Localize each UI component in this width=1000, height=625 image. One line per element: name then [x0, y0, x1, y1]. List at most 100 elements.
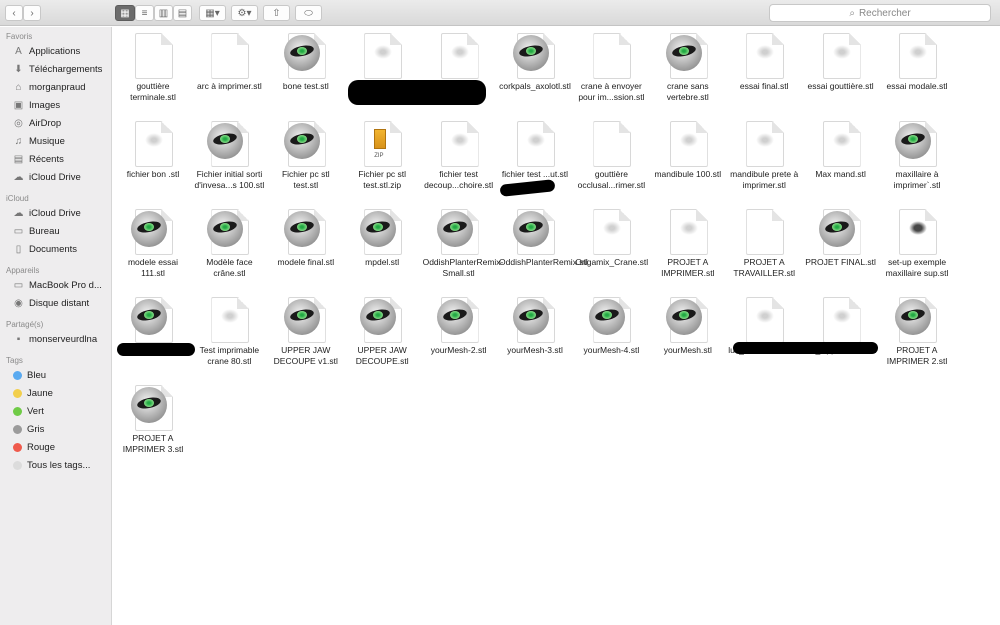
sidebar-item[interactable]: ▯ Documents [13, 244, 77, 255]
action-gear-button[interactable]: ⚙▾ [231, 5, 258, 21]
file-item[interactable]: gouttière occlusal...rimer.stl [573, 121, 649, 191]
file-item[interactable]: Test imprimable crane 80.stl [191, 297, 267, 367]
document-icon [131, 33, 175, 79]
file-item[interactable]: PROJET A IMPRIMER 2.stl [879, 297, 955, 367]
file-item[interactable]: OddishPlanterRemix-Small.stl [421, 209, 503, 279]
stl-viewer-document-icon [283, 297, 328, 343]
column-view-button[interactable]: ▥ [154, 5, 173, 21]
document-icon [589, 121, 633, 167]
file-item[interactable]: fichier test decoup...choire.stl [421, 121, 497, 191]
file-item[interactable]: crane sans vertebre.stl [650, 33, 726, 103]
file-item[interactable]: PROJET A IMPRIMER.stl [650, 209, 726, 279]
sidebar-item[interactable]: ⌂ morganpraud [13, 82, 85, 93]
sidebar-item[interactable]: ♫ Musique [13, 136, 65, 147]
stl-viewer-document-icon [207, 209, 251, 255]
file-item[interactable]: yourMesh-2.stl [421, 297, 497, 356]
stl-viewer-document-icon [513, 297, 557, 343]
file-name: fichier bon .stl [126, 169, 180, 179]
file-item[interactable]: yourMesh-3.stl [497, 297, 573, 356]
file-item[interactable]: UPPER JAW DECOUPE.stl [344, 297, 420, 367]
file-item[interactable]: fichier test ...ut.stl [497, 121, 573, 180]
disc-icon: ◉ [14, 298, 23, 309]
file-item[interactable]: Origamix_Crane.stl [573, 209, 649, 268]
file-item[interactable] [344, 33, 420, 81]
file-item[interactable]: mpdel.stl [344, 209, 420, 268]
music-icon: ♫ [14, 136, 23, 147]
sidebar-item[interactable]: Rouge [13, 442, 55, 453]
sidebar-item[interactable]: Jaune [13, 388, 53, 399]
file-item[interactable]: Fichier initial sorti d'invesa...s 100.s… [191, 121, 267, 191]
document-icon [895, 209, 939, 255]
file-item[interactable]: fichier bon .stl [115, 121, 191, 180]
sidebar-item-label: Bleu [27, 370, 47, 381]
sidebar-item-label: iCloud Drive [29, 172, 81, 183]
desktop-icon: ▭ [13, 226, 24, 237]
sidebar-item[interactable]: A Applications [13, 46, 80, 57]
file-item[interactable]: modele final.stl [268, 209, 344, 268]
sidebar-item-label: Téléchargements [29, 64, 103, 75]
sidebar-item[interactable]: ▤ Récents [13, 154, 64, 165]
file-item[interactable]: maxillaire à imprimer`.stl [879, 121, 955, 191]
icon-view-button[interactable]: ▦ [115, 5, 135, 21]
file-item[interactable]: arc à imprimer.stl [191, 33, 267, 92]
file-item[interactable]: Fichier pc stl test.stl [268, 121, 344, 191]
file-item[interactable]: corkpals_axolotl.stl [497, 33, 573, 92]
tag-dot-icon [13, 389, 22, 398]
file-item[interactable]: PROJET FINAL.stl [803, 209, 879, 268]
forward-button[interactable]: › [23, 5, 41, 21]
file-name: Max mand.stl [815, 169, 866, 179]
arrange-button[interactable]: ▦▾ [199, 5, 226, 21]
gallery-view-button[interactable]: ▤ [173, 5, 192, 21]
list-view-button[interactable]: ≡ [135, 5, 154, 21]
file-item[interactable]: essai final.stl [726, 33, 802, 92]
file-item[interactable]: ZIP Fichier pc stl test.stl.zip [344, 121, 420, 191]
sidebar-item[interactable]: ▭ Bureau [13, 226, 60, 237]
file-item[interactable]: mandibule prete à imprimer.stl [726, 121, 802, 191]
file-item[interactable]: PROJET A TRAVAILLER.stl [726, 209, 802, 279]
file-item[interactable]: OddishPlanterRemix.stl [497, 209, 588, 268]
sidebar-item[interactable]: Gris [13, 424, 44, 435]
file-item[interactable]: essai modale.stl [879, 33, 955, 92]
file-name: set-up exemple maxillaire sup.stl [885, 257, 949, 278]
sidebar-item[interactable]: ▣ Images [13, 100, 60, 111]
stl-viewer-document-icon [131, 385, 175, 431]
file-name: mpdel.stl [365, 257, 400, 267]
file-item[interactable]: PROJET A IMPRIMER 3.stl [115, 385, 191, 455]
tag-button[interactable]: ⬭ [295, 5, 322, 21]
sidebar-item[interactable]: Tous les tags... [13, 460, 90, 471]
file-name: PROJET A IMPRIMER 2.stl [886, 345, 948, 366]
file-item[interactable]: bone test.stl [268, 33, 344, 92]
file-item[interactable]: UPPER JAW DECOUPE v1.stl [268, 297, 344, 367]
sidebar-item[interactable]: Bleu [13, 370, 46, 381]
file-name: corkpals_axolotl.stl [499, 81, 571, 91]
stl-viewer-document-icon [818, 209, 863, 255]
sidebar-item[interactable]: ▭ MacBook Pro d... [13, 280, 102, 291]
sidebar-item[interactable]: ◉ Disque distant [13, 298, 89, 309]
file-item[interactable]: modele essai 111.stl [115, 209, 191, 279]
file-item[interactable]: Modèle face crâne.stl [191, 209, 267, 279]
file-item[interactable]: yourMesh.stl [650, 297, 726, 356]
file-name: UPPER JAW DECOUPE.stl [355, 345, 409, 366]
sidebar-item[interactable]: Vert [13, 406, 44, 417]
stl-viewer-document-icon [283, 209, 328, 255]
file-name: mandibule prete à imprimer.stl [730, 169, 799, 190]
file-item[interactable]: essai gouttière.stl [803, 33, 879, 92]
sidebar-section-title: Favoris [6, 32, 33, 41]
file-item[interactable]: gouttière terminale.stl [115, 33, 191, 103]
file-item[interactable]: Max mand.stl [803, 121, 879, 180]
file-item[interactable]: crane à envoyer pour im...ssion.stl [573, 33, 649, 103]
back-button[interactable]: ‹ [5, 5, 23, 21]
sidebar-item[interactable]: ◎ AirDrop [13, 118, 61, 129]
search-input[interactable]: ⌕ Rechercher [769, 4, 991, 22]
file-name: bone test.stl [282, 81, 329, 91]
file-item[interactable]: yourMesh-4.stl [573, 297, 649, 356]
sidebar-item-label: Documents [29, 244, 78, 255]
file-item[interactable]: set-up exemple maxillaire sup.stl [879, 209, 955, 279]
share-button[interactable]: ⇧ [263, 5, 290, 21]
sidebar-item[interactable]: ⬇ Téléchargements [13, 64, 102, 75]
sidebar-item[interactable]: ☁ iCloud Drive [13, 172, 81, 183]
sidebar-item[interactable]: ☁ iCloud Drive [13, 208, 81, 219]
sidebar-item[interactable]: ▪ monserveurdlna [13, 334, 97, 345]
file-item[interactable]: mandibule 100.stl [650, 121, 726, 180]
stl-viewer-document-icon [360, 209, 404, 255]
